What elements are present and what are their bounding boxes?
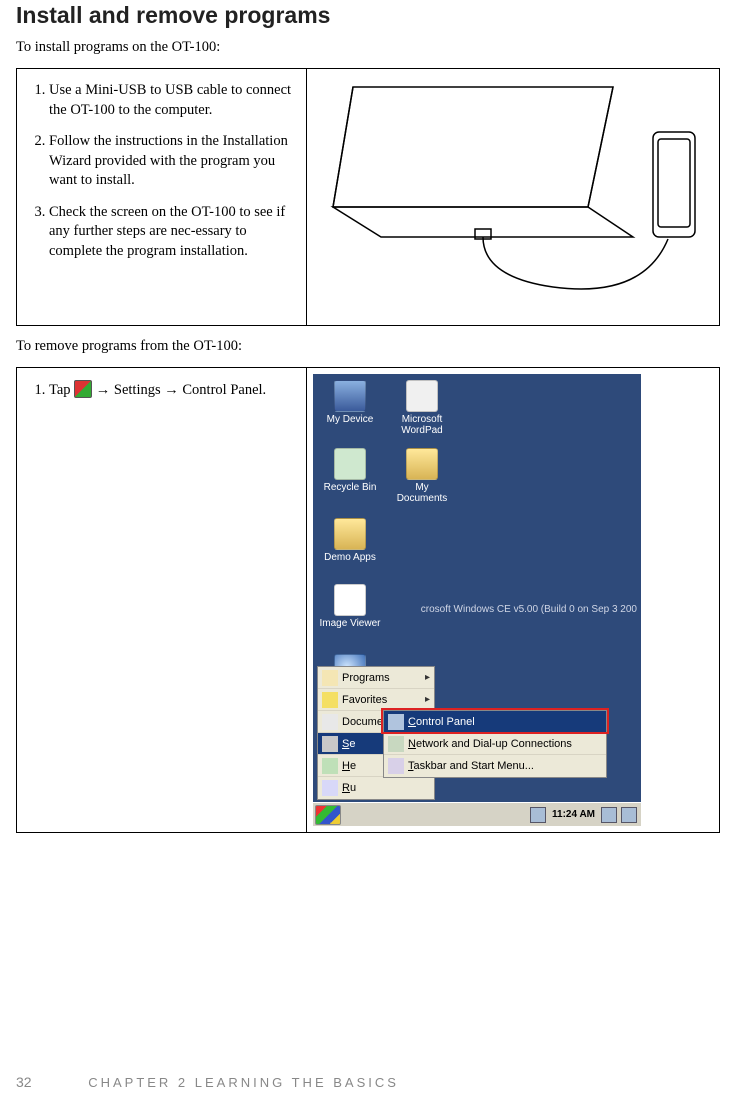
remove-intro: To remove programs from the OT-100:: [16, 338, 720, 355]
favorites-icon: [322, 692, 338, 708]
submenu-label: Network and Dial-up Connections: [408, 738, 572, 750]
install-intro: To install programs on the OT-100:: [16, 39, 720, 56]
settings-icon: [322, 736, 338, 752]
submenu-label: Taskbar and Start Menu...: [408, 760, 534, 772]
tray-icon[interactable]: [601, 807, 617, 823]
startmenu-label: Favorites: [342, 694, 387, 706]
folder-icon: [334, 518, 366, 550]
submenu-control-panel[interactable]: Control Panel: [384, 711, 606, 733]
install-step-1: Use a Mini-USB to USB cable to connect t…: [49, 81, 294, 120]
run-icon: [322, 780, 338, 796]
recycle-icon: [334, 448, 366, 480]
start-button[interactable]: [315, 805, 341, 825]
desktop-icon-mydocs[interactable]: My Documents: [391, 448, 453, 504]
desktop-icon-label: Recycle Bin: [319, 482, 381, 493]
clock: 11:24 AM: [550, 809, 597, 820]
page-footer: 32 CHAPTER 2 LEARNING THE BASICS: [16, 1074, 399, 1090]
startmenu-label: Ru: [342, 782, 356, 794]
install-block: Use a Mini-USB to USB cable to connect t…: [16, 68, 720, 326]
install-illustration: [307, 69, 719, 325]
startmenu-programs[interactable]: Programs ▸: [318, 667, 434, 689]
chapter-label: CHAPTER 2 LEARNING THE BASICS: [88, 1075, 399, 1090]
submenu-network[interactable]: Network and Dial-up Connections: [384, 733, 606, 755]
desktop-icon-demoapps[interactable]: Demo Apps: [319, 518, 381, 563]
start-icon: [74, 380, 92, 398]
folder-icon: [406, 448, 438, 480]
tray-icon[interactable]: [621, 807, 637, 823]
desktop-icon-label: My Documents: [391, 482, 453, 504]
startmenu-label: He: [342, 760, 356, 772]
desktop-icon-label: My Device: [319, 414, 381, 425]
control-panel-icon: [388, 714, 404, 730]
documents-icon: [322, 714, 338, 730]
remove-step-1: Tap → Settings → Control Panel.: [49, 380, 294, 401]
settings-submenu: Control Panel Network and Dial-up Connec…: [383, 710, 607, 778]
remove-screenshot-panel: My Device Microsoft WordPad Recycle Bin …: [307, 368, 719, 832]
network-icon: [388, 736, 404, 752]
section-heading: Install and remove programs: [16, 2, 720, 29]
desktop-icon-label: Microsoft WordPad: [391, 414, 453, 436]
programs-icon: [322, 670, 338, 686]
submenu-label: Control Panel: [408, 716, 475, 728]
desktop-icon-recycle[interactable]: Recycle Bin: [319, 448, 381, 493]
startmenu-label: Programs: [342, 672, 390, 684]
taskbar-icon: [388, 758, 404, 774]
taskbar: 11:24 AM: [313, 802, 641, 826]
submenu-taskbar[interactable]: Taskbar and Start Menu...: [384, 755, 606, 777]
remove-block: Tap → Settings → Control Panel. My Devic…: [16, 367, 720, 833]
desktop-icon-imageviewer[interactable]: Image Viewer: [319, 584, 381, 629]
desktop-icon-my-device[interactable]: My Device: [319, 380, 381, 425]
desktop-icon-label: Demo Apps: [319, 552, 381, 563]
page-number: 32: [16, 1074, 32, 1090]
desktop-icon-label: Image Viewer: [319, 618, 381, 629]
system-tray: 11:24 AM: [530, 807, 641, 823]
startmenu-run[interactable]: Ru: [318, 777, 434, 799]
wince-desktop: My Device Microsoft WordPad Recycle Bin …: [313, 374, 641, 826]
chevron-right-icon: ▸: [425, 694, 430, 705]
chevron-right-icon: ▸: [425, 672, 430, 683]
desktop-icon-wordpad[interactable]: Microsoft WordPad: [391, 380, 453, 436]
help-icon: [322, 758, 338, 774]
install-step-2: Follow the instructions in the Installat…: [49, 132, 294, 191]
remove-step-suffix: → Settings → Control Panel.: [92, 382, 266, 398]
startmenu-favorites[interactable]: Favorites ▸: [318, 689, 434, 711]
remove-steps-panel: Tap → Settings → Control Panel.: [17, 368, 307, 832]
install-step-3: Check the screen on the OT-100 to see if…: [49, 203, 294, 262]
tray-icon[interactable]: [530, 807, 546, 823]
remove-step-prefix: Tap: [49, 382, 74, 398]
wordpad-icon: [406, 380, 438, 412]
device-icon: [334, 380, 366, 412]
build-text: crosoft Windows CE v5.00 (Build 0 on Sep…: [421, 604, 637, 615]
startmenu-label: Se: [342, 738, 355, 750]
install-steps-panel: Use a Mini-USB to USB cable to connect t…: [17, 69, 307, 325]
laptop-device-illustration: [323, 77, 703, 317]
image-icon: [334, 584, 366, 616]
